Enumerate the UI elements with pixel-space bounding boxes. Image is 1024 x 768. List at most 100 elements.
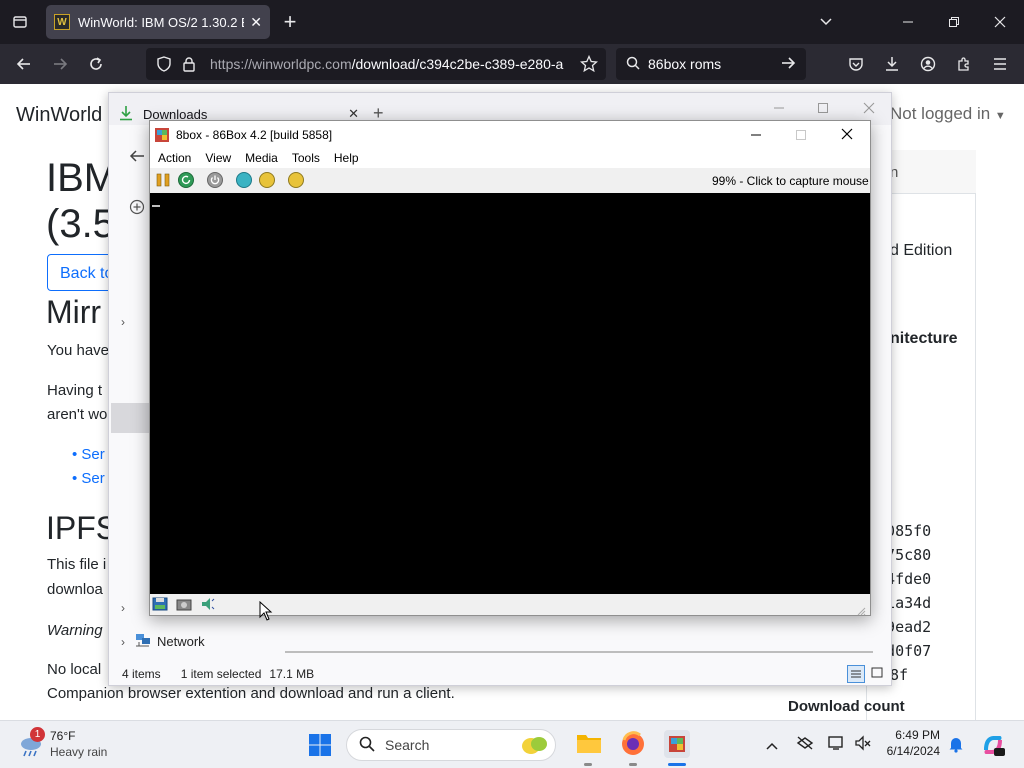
notification-bell-icon[interactable] bbox=[948, 735, 964, 758]
window-close-icon[interactable] bbox=[988, 10, 1012, 34]
weather-widget[interactable]: 1 76°F Heavy rain bbox=[16, 727, 126, 763]
site-name[interactable]: WinWorld bbox=[16, 104, 102, 127]
menu-help[interactable]: Help bbox=[334, 151, 359, 165]
downloads-close-icon[interactable] bbox=[863, 101, 875, 119]
mirrors-heading: Mirr bbox=[46, 294, 102, 330]
86box-window-title: 8box - 86Box 4.2 [build 5858] bbox=[176, 127, 333, 142]
resize-grip-icon[interactable] bbox=[856, 603, 866, 621]
warning-text: Warning bbox=[47, 622, 103, 639]
clock-date: 6/14/2024 bbox=[886, 744, 940, 758]
display-icon[interactable] bbox=[828, 735, 846, 756]
clock-time: 6:49 PM bbox=[895, 728, 940, 742]
tab-overview-icon[interactable] bbox=[8, 10, 32, 34]
network-label: Network bbox=[157, 634, 205, 649]
download-count-heading: Download count bbox=[788, 698, 905, 715]
sidebar-expander-chevron-icon[interactable]: › bbox=[121, 315, 125, 329]
power-icon[interactable] bbox=[207, 172, 223, 188]
back-button-label: Back to bbox=[60, 265, 114, 282]
taskbar-indicator-explorer bbox=[584, 763, 592, 766]
mirror-link-1[interactable]: • Ser bbox=[72, 446, 105, 463]
window-restore-icon[interactable] bbox=[942, 10, 966, 34]
browser-nav-bar: https://winworldpc.com/download/c394c2be… bbox=[0, 44, 1024, 84]
86box-maximize-icon[interactable] bbox=[795, 129, 807, 144]
86box-status-bar bbox=[150, 594, 870, 616]
86box-close-icon[interactable] bbox=[841, 128, 853, 143]
search-bar[interactable]: 86box roms bbox=[616, 48, 806, 80]
network-icon bbox=[135, 633, 151, 650]
show-hidden-icons-chevron-icon[interactable] bbox=[765, 738, 779, 756]
search-input[interactable]: 86box roms bbox=[648, 56, 780, 72]
downloads-back-arrow-icon[interactable] bbox=[129, 149, 145, 168]
url-host: https://winworldpc.com bbox=[210, 56, 352, 72]
sidebar-item-network[interactable]: › Network bbox=[121, 633, 205, 650]
sidebar-folder-chevron-icon[interactable]: › bbox=[121, 601, 125, 615]
architecture-heading: nitecture bbox=[890, 330, 958, 347]
large-icons-view-icon[interactable] bbox=[871, 667, 883, 682]
url-text: https://winworldpc.com/download/c394c2be… bbox=[210, 56, 570, 72]
settings-gear-icon[interactable] bbox=[288, 172, 304, 188]
menu-hamburger-icon[interactable] bbox=[988, 52, 1012, 76]
file-explorer-icon[interactable] bbox=[576, 731, 602, 760]
reload-icon[interactable] bbox=[84, 52, 108, 76]
tab-close-icon[interactable]: ✕ bbox=[250, 14, 262, 31]
menu-action[interactable]: Action bbox=[158, 151, 191, 165]
lock-icon[interactable] bbox=[182, 56, 196, 75]
sidebar-selected-row[interactable] bbox=[111, 403, 151, 433]
copilot-icon[interactable] bbox=[980, 732, 1006, 763]
window-minimize-icon[interactable] bbox=[896, 10, 920, 34]
horizontal-scrollbar[interactable] bbox=[285, 651, 873, 653]
start-button[interactable] bbox=[308, 733, 332, 762]
search-go-arrow-icon[interactable] bbox=[780, 55, 796, 74]
url-path: /download/c394c2be-c389-e280-a bbox=[351, 56, 564, 72]
pause-icon[interactable] bbox=[155, 172, 171, 188]
menu-tools[interactable]: Tools bbox=[292, 151, 320, 165]
floppy-drive-icon[interactable] bbox=[152, 597, 168, 616]
reset-icon[interactable] bbox=[178, 172, 194, 188]
mirror-link-2[interactable]: • Ser bbox=[72, 470, 105, 487]
account-icon[interactable] bbox=[916, 52, 940, 76]
86box-minimize-icon[interactable] bbox=[750, 129, 762, 144]
emulated-screen[interactable] bbox=[150, 193, 870, 594]
sound-icon[interactable] bbox=[200, 597, 216, 616]
volume-muted-icon[interactable] bbox=[854, 735, 872, 756]
weather-alert-badge: 1 bbox=[30, 727, 45, 742]
search-icon bbox=[626, 56, 640, 73]
details-view-icon[interactable] bbox=[847, 665, 865, 683]
pocket-icon[interactable] bbox=[844, 52, 868, 76]
no-local-text: No local bbox=[47, 661, 102, 678]
url-bar[interactable]: https://winworldpc.com/download/c394c2be… bbox=[146, 48, 606, 80]
downloads-maximize-icon[interactable] bbox=[817, 101, 829, 119]
capture-mouse-status[interactable]: 99% - Click to capture mouse bbox=[712, 174, 869, 188]
forward-arrow-icon[interactable] bbox=[48, 52, 72, 76]
network-off-icon[interactable] bbox=[796, 735, 814, 756]
firefox-taskbar-icon[interactable] bbox=[620, 731, 646, 762]
add-circle-icon[interactable] bbox=[129, 199, 145, 220]
downloads-icon[interactable] bbox=[880, 52, 904, 76]
clock[interactable]: 6:49 PM 6/14/2024 bbox=[884, 728, 940, 758]
downloads-minimize-icon[interactable] bbox=[773, 101, 785, 119]
you-have-text: You have bbox=[47, 342, 110, 359]
ctrl-alt-del-icon[interactable] bbox=[236, 172, 252, 188]
86box-title-bar[interactable]: 8box - 86Box 4.2 [build 5858] bbox=[150, 121, 870, 148]
86box-window: 8box - 86Box 4.2 [build 5858] Action Vie… bbox=[149, 120, 871, 616]
selected-count: 1 item selected bbox=[180, 667, 262, 681]
weather-temperature: 76°F bbox=[50, 729, 76, 743]
list-tabs-chevron-icon[interactable] bbox=[814, 10, 838, 34]
menu-media[interactable]: Media bbox=[245, 151, 278, 165]
mirror-link-2-label: Ser bbox=[81, 470, 105, 487]
this-file-text: This file i bbox=[47, 556, 107, 573]
hard-disk-icon[interactable] bbox=[176, 598, 192, 616]
login-status[interactable]: Not logged in ▼ bbox=[890, 104, 1006, 124]
search-highlight-lemon-icon bbox=[519, 732, 549, 761]
bookmark-star-icon[interactable] bbox=[579, 54, 599, 76]
tracking-shield-icon[interactable] bbox=[156, 56, 172, 75]
extensions-icon[interactable] bbox=[952, 52, 976, 76]
browser-tab-winworld[interactable]: W WinWorld: IBM OS/2 1.30.2 Exte ✕ bbox=[46, 5, 270, 39]
ctrl-alt-esc-icon[interactable] bbox=[259, 172, 275, 188]
taskbar-search-box[interactable]: Search bbox=[346, 729, 556, 761]
back-arrow-icon[interactable] bbox=[12, 52, 36, 76]
86box-toolbar: 99% - Click to capture mouse bbox=[150, 168, 870, 193]
86box-taskbar-icon[interactable] bbox=[664, 730, 690, 758]
new-tab-icon[interactable]: + bbox=[278, 9, 302, 34]
menu-view[interactable]: View bbox=[205, 151, 231, 165]
